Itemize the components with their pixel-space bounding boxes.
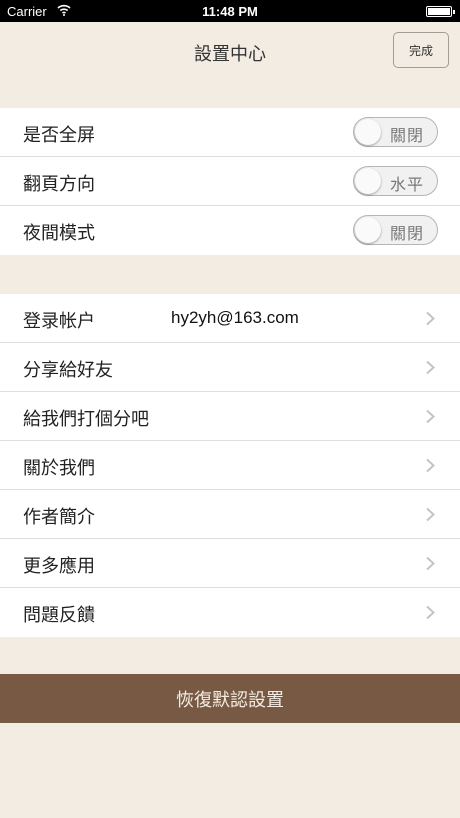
fullscreen-row: 是否全屏 關閉 [0, 108, 460, 157]
fullscreen-label: 是否全屏 [23, 125, 95, 146]
page-title: 設置中心 [194, 44, 266, 65]
menu-item-about[interactable]: 關於我們 [0, 441, 460, 490]
status-bar: Carrier 11:48 PM [0, 0, 460, 22]
page-direction-row: 翻頁方向 水平 [0, 157, 460, 206]
night-mode-label: 夜間模式 [23, 223, 95, 244]
toggle-state-label: 水平 [390, 175, 425, 194]
page-direction-toggle[interactable]: 水平 [353, 166, 438, 196]
chevron-right-icon [426, 458, 435, 473]
reset-defaults-button[interactable]: 恢復默認設置 [0, 674, 460, 723]
menu-item-label: 登录帐户 [23, 311, 95, 332]
nav-bar: 設置中心 完成 [0, 22, 460, 82]
menu-item-label: 關於我們 [23, 458, 95, 479]
menu-item-label: 作者簡介 [23, 507, 95, 528]
menu-item-more-apps[interactable]: 更多應用 [0, 539, 460, 588]
toggle-knob [355, 168, 381, 194]
menu-item-share[interactable]: 分享給好友 [0, 343, 460, 392]
chevron-right-icon [426, 507, 435, 522]
menu-item-label: 分享給好友 [23, 360, 113, 381]
chevron-right-icon [426, 556, 435, 571]
menu-item-account[interactable]: 登录帐户 hy2yh@163.com [0, 294, 460, 343]
chevron-right-icon [426, 311, 435, 326]
menu-item-feedback[interactable]: 問題反饋 [0, 588, 460, 637]
toggle-knob [355, 119, 381, 145]
night-mode-toggle[interactable]: 關閉 [353, 215, 438, 245]
chevron-right-icon [426, 409, 435, 424]
chevron-right-icon [426, 605, 435, 620]
chevron-right-icon [426, 360, 435, 375]
toggle-state-label: 關閉 [390, 224, 425, 243]
toggle-knob [355, 217, 381, 243]
battery-icon [426, 6, 455, 17]
menu-group: 登录帐户 hy2yh@163.com 分享給好友 給我們打個分吧 關於我們 作者… [0, 294, 460, 637]
menu-item-label: 給我們打個分吧 [23, 409, 149, 430]
display-settings-group: 是否全屏 關閉 翻頁方向 水平 夜間模式 關閉 [0, 108, 460, 255]
clock: 11:48 PM [202, 4, 258, 19]
toggle-state-label: 關閉 [390, 126, 425, 145]
menu-item-rate[interactable]: 給我們打個分吧 [0, 392, 460, 441]
fullscreen-toggle[interactable]: 關閉 [353, 117, 438, 147]
page-direction-label: 翻頁方向 [23, 174, 95, 195]
menu-item-label: 更多應用 [23, 556, 95, 577]
account-email: hy2yh@163.com [171, 308, 299, 327]
menu-item-label: 問題反饋 [23, 605, 95, 626]
menu-item-author[interactable]: 作者簡介 [0, 490, 460, 539]
night-mode-row: 夜間模式 關閉 [0, 206, 460, 255]
done-button[interactable]: 完成 [393, 32, 449, 68]
